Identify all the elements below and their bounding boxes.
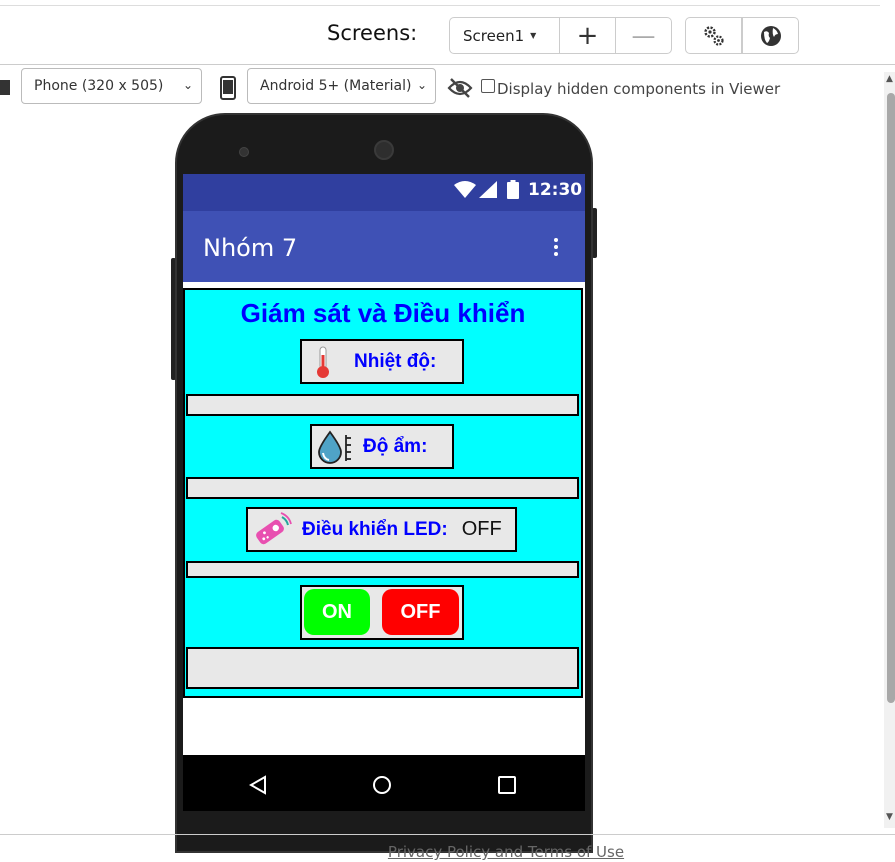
signal-icon [479,181,497,198]
globe-icon [760,25,781,46]
language-button[interactable] [742,17,799,54]
gear-icon [703,25,724,46]
project-properties-button[interactable] [685,17,742,54]
humidity-icon [318,429,351,464]
led-control-box: Điều khiển LED: OFF [246,507,517,552]
bottom-status-bar [186,647,579,689]
temperature-label: Nhiệt độ: [354,350,437,372]
led-remote-icon [256,511,292,544]
phone-icon [220,76,236,100]
scroll-down-icon[interactable]: ▼ [886,812,893,822]
phone-sensor [239,147,249,157]
on-button[interactable]: ON [304,589,370,635]
humidity-label: Độ ẩm: [363,435,428,457]
wifi-icon [454,181,476,198]
footer-divider [0,834,895,835]
back-icon[interactable] [248,775,268,795]
remove-screen-button[interactable]: — [615,17,672,54]
more-vert-icon[interactable] [554,238,560,259]
status-time: 12:30 [528,180,583,200]
device-size-select[interactable]: Phone (320 x 505) ⌄ [21,68,202,104]
led-status-bar [186,561,579,578]
chevron-down-icon: ▼ [530,31,537,40]
temperature-value-bar [186,394,579,416]
led-label: Điều khiển LED: [302,518,448,540]
humidity-label-box: Độ ẩm: [310,424,454,469]
scroll-up-icon[interactable]: ▲ [886,74,893,84]
recents-icon[interactable] [497,775,517,795]
display-hidden-checkbox[interactable] [481,79,495,93]
screens-label: Screens: [327,21,418,45]
battery-icon [507,180,519,199]
thermometer-icon [317,346,329,378]
theme-select[interactable]: Android 5+ (Material) ⌄ [247,68,436,104]
humidity-value-bar [186,477,579,499]
phone-speaker [374,140,394,160]
off-button[interactable]: OFF [382,589,459,635]
screen-select[interactable]: Screen1 ▼ [449,17,560,54]
minus-icon: — [631,21,656,50]
screen-select-value: Screen1 [463,26,525,45]
chevron-down-icon: ⌄ [416,78,427,92]
led-status-value: OFF [461,518,502,540]
scrollbar-thumb[interactable] [887,93,895,703]
plus-icon: + [576,20,599,51]
temperature-label-box: Nhiệt độ: [300,339,464,384]
privacy-policy-link[interactable]: Privacy Policy and Terms of Use [0,843,895,861]
app-title: Nhóm 7 [203,234,298,262]
tablet-icon [0,80,10,95]
toolbar-divider [0,64,895,65]
add-screen-button[interactable]: + [559,17,616,54]
chevron-down-icon: ⌄ [182,78,193,92]
home-icon[interactable] [372,775,392,795]
top-border [0,0,880,6]
eye-off-icon [447,78,473,98]
device-size-value: Phone (320 x 505) [34,78,164,94]
status-bar [183,174,585,211]
display-hidden-label: Display hidden components in Viewer [497,80,781,98]
theme-value: Android 5+ (Material) [260,78,412,94]
page-title: Giám sát và Điều khiển [240,298,526,328]
